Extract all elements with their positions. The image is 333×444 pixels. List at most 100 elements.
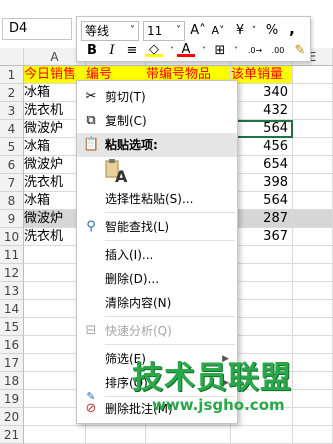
format-painter-icon[interactable]: ✎ (291, 42, 309, 60)
grow-font-icon[interactable]: A˄ (189, 22, 207, 40)
mini-toolbar: 等线 ˅ 11 ˅ A˄ A˅ ¥ ˅ % , B I ≡ ◇ ˅ A ˅ ⊞ … (76, 16, 311, 62)
grid-cell[interactable] (293, 264, 333, 282)
quick-analysis-icon: ⊟ (85, 323, 97, 338)
copy-icon: ⧉ (86, 113, 96, 128)
font-size-value: 11 (147, 24, 163, 38)
grid-cell[interactable]: 398 (231, 174, 293, 192)
row-header[interactable]: 12 (0, 264, 24, 282)
grid-cell[interactable]: 432 (231, 102, 293, 120)
shrink-font-icon[interactable]: A˅ (209, 22, 227, 40)
grid-cell[interactable] (293, 66, 333, 84)
row-header[interactable]: 19 (0, 390, 24, 408)
grid-cell[interactable] (146, 426, 231, 444)
row-header[interactable]: 16 (0, 336, 24, 354)
grid-cell[interactable] (293, 228, 333, 246)
menu-separator (105, 316, 235, 317)
menu-item-copy[interactable]: ⧉ 复制(C) (77, 109, 237, 133)
row-header[interactable]: 2 (0, 84, 24, 102)
search-icon: ⚲ (86, 219, 96, 234)
grid-cell[interactable] (231, 300, 293, 318)
menu-item-insert-comment[interactable]: ✎ (77, 381, 105, 403)
menu-separator (105, 240, 235, 241)
grid-cell[interactable] (293, 120, 333, 138)
grid-cell[interactable] (293, 174, 333, 192)
row-header[interactable]: 15 (0, 318, 24, 336)
menu-item-paste-special[interactable]: 选择性粘贴(S)... (77, 187, 237, 211)
name-box[interactable]: D4 (2, 18, 72, 40)
row-header[interactable]: 17 (0, 354, 24, 372)
chevron-down-icon: ˅ (176, 25, 181, 36)
italic-icon[interactable]: I (103, 42, 121, 60)
menu-item-paste-options: 📋 粘贴选项: (77, 133, 237, 157)
chevron-down-icon[interactable]: ˅ (245, 22, 263, 40)
grid-cell[interactable] (293, 156, 333, 174)
watermark: 技术员联盟 www.jsgho.com (132, 352, 332, 424)
row-header[interactable]: 14 (0, 300, 24, 318)
row-header[interactable]: 5 (0, 138, 24, 156)
grid-cell[interactable] (293, 282, 333, 300)
comma-style-icon[interactable]: , (283, 20, 301, 38)
grid-cell[interactable] (293, 210, 333, 228)
grid-cell[interactable]: 456 (231, 138, 293, 156)
row-header[interactable]: 4 (0, 120, 24, 138)
watermark-url: www.jsgho.com (152, 396, 285, 414)
row-header[interactable]: 8 (0, 192, 24, 210)
row-header[interactable]: 10 (0, 228, 24, 246)
grid-cell[interactable] (231, 246, 293, 264)
grid-cell[interactable] (231, 282, 293, 300)
grid-cell[interactable] (231, 426, 293, 444)
row-header[interactable]: 3 (0, 102, 24, 120)
font-color-icon[interactable]: A (177, 41, 195, 57)
grid-cell[interactable] (24, 426, 86, 444)
grid-cell[interactable] (293, 102, 333, 120)
grid-cell[interactable] (86, 426, 146, 444)
grid-cell[interactable] (293, 318, 333, 336)
decrease-decimal-icon[interactable]: .00 (267, 42, 289, 60)
row-header[interactable]: 20 (0, 408, 24, 426)
align-center-icon[interactable]: ≡ (123, 42, 141, 60)
scissors-icon: ✂ (85, 89, 97, 104)
bold-icon[interactable]: B (83, 42, 101, 60)
row-header[interactable]: 9 (0, 210, 24, 228)
row-header[interactable]: 18 (0, 372, 24, 390)
row-header[interactable]: 6 (0, 156, 24, 174)
menu-item-insert[interactable]: 插入(I)... (77, 243, 237, 267)
grid-cell[interactable]: 654 (231, 156, 293, 174)
grid-cell[interactable] (293, 192, 333, 210)
chevron-down-icon: ˅ (130, 25, 135, 36)
menu-item-cut[interactable]: ✂ 剪切(T) (77, 85, 237, 109)
menu-item-smart-lookup[interactable]: ⚲ 智能查找(L) (77, 215, 237, 239)
grid-cell[interactable] (293, 246, 333, 264)
grid-cell[interactable] (293, 426, 333, 444)
comment-icon: ✎ (86, 390, 96, 403)
grid-cell[interactable]: 564 (231, 120, 293, 138)
menu-item-clear-contents[interactable]: 清除内容(N) (77, 291, 237, 315)
increase-decimal-icon[interactable]: .0→ (243, 42, 267, 60)
row-header[interactable]: 13 (0, 282, 24, 300)
grid-cell[interactable] (293, 84, 333, 102)
grid-cell[interactable] (231, 264, 293, 282)
menu-item-delete[interactable]: 删除(D)... (77, 267, 237, 291)
grid-cell[interactable]: 该单销量 (231, 66, 293, 84)
percent-icon[interactable]: % (263, 22, 281, 40)
row-header[interactable]: 7 (0, 174, 24, 192)
grid-cell[interactable]: 564 (231, 192, 293, 210)
row-header[interactable]: 1 (0, 66, 24, 84)
fill-color-icon[interactable]: ◇ (145, 41, 163, 57)
select-all-corner[interactable] (0, 48, 24, 66)
paste-option-button[interactable]: A (103, 159, 129, 186)
menu-item-quick-analysis: ⊟ 快速分析(Q) (77, 319, 237, 343)
grid-cell[interactable]: 367 (231, 228, 293, 246)
menu-separator (105, 344, 235, 345)
grid-cell[interactable]: 340 (231, 84, 293, 102)
watermark-title: 技术员联盟 (132, 360, 292, 396)
grid-cell[interactable] (231, 318, 293, 336)
menu-separator (105, 212, 235, 213)
row-header[interactable]: 11 (0, 246, 24, 264)
grid-cell[interactable] (293, 138, 333, 156)
font-name-box[interactable]: 等线 ˅ (81, 21, 139, 41)
grid-cell[interactable] (293, 300, 333, 318)
row-header[interactable]: 21 (0, 426, 24, 444)
grid-cell[interactable]: 287 (231, 210, 293, 228)
font-size-box[interactable]: 11 ˅ (143, 21, 185, 41)
